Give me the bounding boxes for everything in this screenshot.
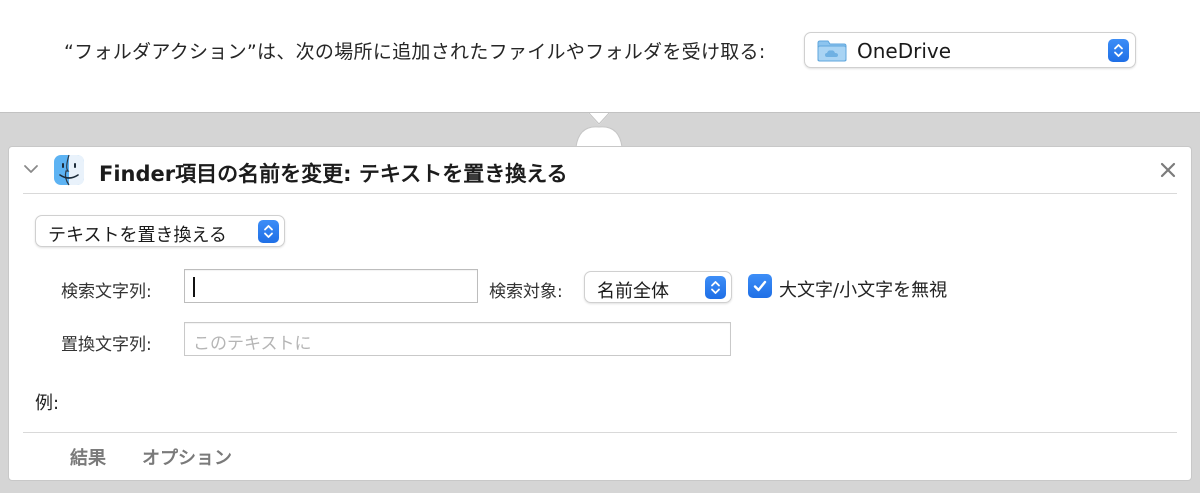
folder-action-prompt: “フォルダアクション”は、次の場所に追加されたファイルやフォルダを受け取る:	[64, 41, 766, 63]
text-caret	[193, 277, 195, 297]
search-string-input[interactable]	[184, 269, 478, 303]
updown-chevron-icon	[1114, 44, 1123, 57]
replace-mode-value: テキストを置き換える	[48, 225, 227, 246]
action-header: Finder項目の名前を変更: テキストを置き換える	[9, 147, 1191, 193]
divider	[23, 432, 1177, 433]
divider	[23, 193, 1177, 194]
search-target-value: 名前全体	[597, 281, 669, 302]
folder-action-header: “フォルダアクション”は、次の場所に追加されたファイルやフォルダを受け取る: O…	[0, 0, 1200, 113]
replace-string-placeholder: このテキストに	[193, 334, 312, 354]
folder-select-stepper[interactable]	[1108, 39, 1129, 62]
replace-mode-stepper[interactable]	[258, 220, 279, 243]
action-panel: Finder項目の名前を変更: テキストを置き換える テキストを置き換える 検索…	[8, 146, 1192, 481]
folder-cloud-icon	[817, 40, 847, 62]
updown-chevron-icon	[711, 281, 720, 294]
close-icon[interactable]	[1157, 159, 1179, 181]
action-title: Finder項目の名前を変更: テキストを置き換える	[99, 162, 568, 186]
replace-string-input[interactable]: このテキストに	[184, 322, 731, 356]
folder-select[interactable]: OneDrive	[804, 32, 1136, 68]
folder-select-value: OneDrive	[857, 39, 952, 63]
tab-options[interactable]: オプション	[142, 444, 232, 470]
search-target-select[interactable]: 名前全体	[584, 271, 732, 303]
ignore-case-label: 大文字/小文字を無視	[779, 280, 948, 301]
ignore-case-checkbox[interactable]	[748, 274, 772, 298]
flow-connector	[566, 112, 632, 148]
replace-string-label: 置換文字列:	[61, 335, 152, 355]
search-target-stepper[interactable]	[705, 276, 726, 299]
finder-icon	[54, 154, 84, 186]
updown-chevron-icon	[264, 225, 273, 238]
search-target-label: 検索対象:	[489, 282, 563, 302]
example-label: 例:	[35, 393, 60, 414]
tab-results[interactable]: 結果	[70, 444, 106, 470]
checkmark-icon	[753, 280, 767, 292]
chevron-down-icon[interactable]	[23, 161, 39, 177]
search-string-label: 検索文字列:	[61, 282, 152, 302]
replace-mode-select[interactable]: テキストを置き換える	[35, 215, 285, 247]
